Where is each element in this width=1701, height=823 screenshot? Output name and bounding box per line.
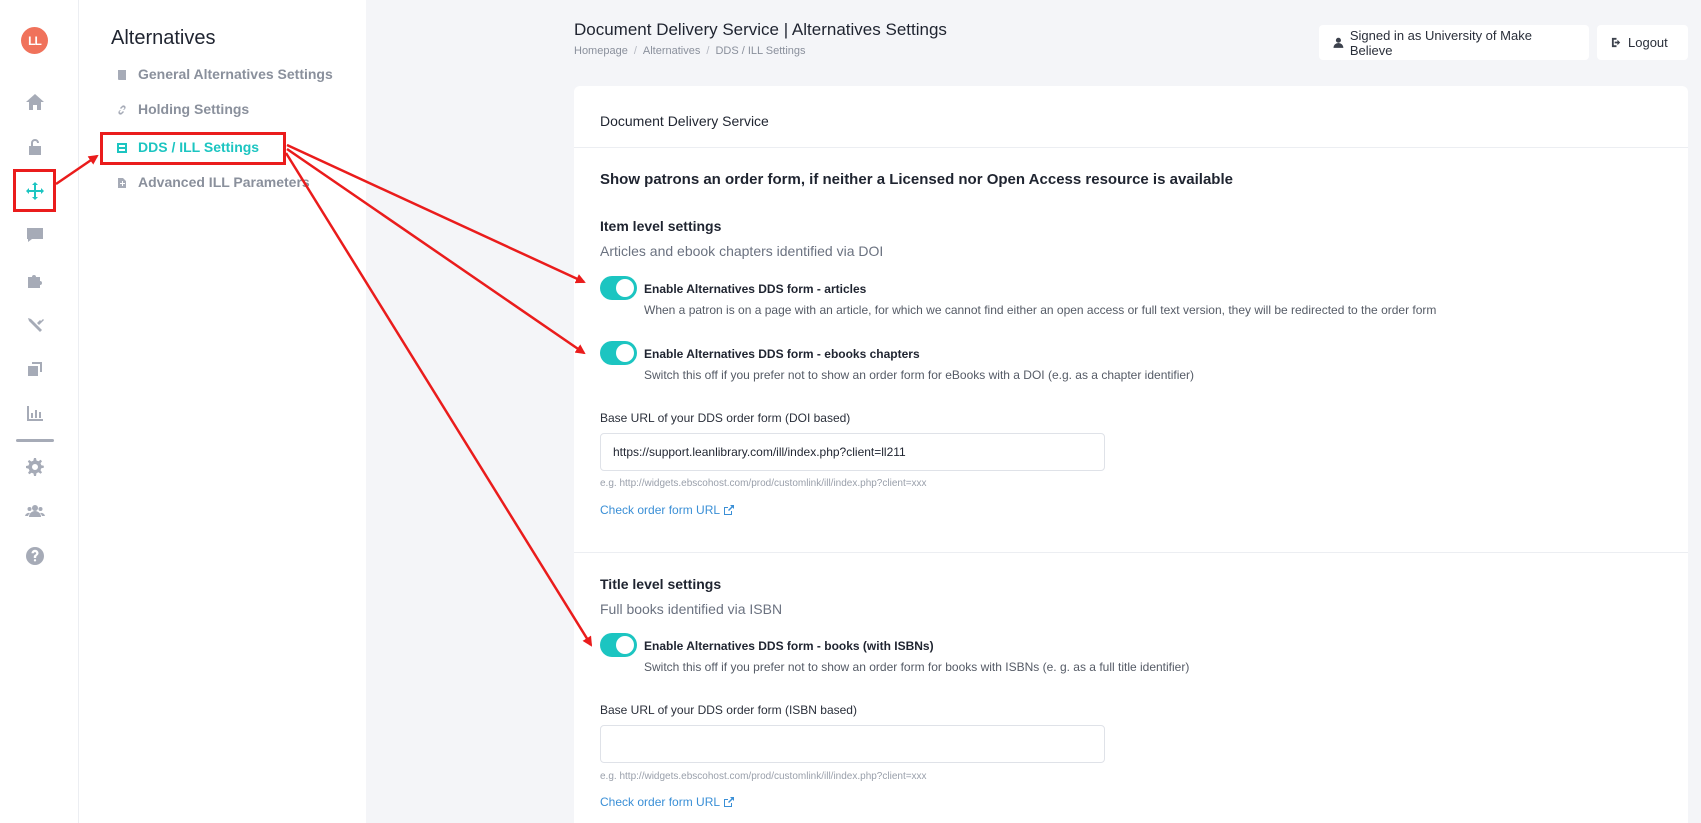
section-divider	[574, 552, 1688, 553]
toggle-dds-ebook-chapters[interactable]	[600, 341, 637, 365]
subnav-item-label: General Alternatives Settings	[138, 66, 333, 82]
home-icon[interactable]	[20, 87, 50, 117]
sign-out-icon	[1611, 37, 1621, 48]
title-level-subtitle: Full books identified via ISBN	[600, 601, 783, 617]
rail-divider	[16, 439, 54, 442]
breadcrumb-separator: /	[706, 45, 710, 57]
toggle-dds-ebook-chapters-description: Switch this off if you prefer not to sho…	[644, 368, 1195, 382]
subnav-item-advanced-ill-parameters[interactable]: Advanced ILL Parameters	[116, 171, 310, 193]
isbn-url-hint: e.g. http://widgets.ebscohost.com/prod/c…	[600, 771, 927, 782]
copy-icon[interactable]	[20, 354, 50, 384]
users-icon[interactable]	[20, 496, 50, 526]
alternatives-subnav: Alternatives General Alternatives Settin…	[79, 0, 366, 823]
settings-card: Document Delivery Service Show patrons a…	[574, 86, 1688, 823]
card-header: Document Delivery Service	[574, 86, 1688, 148]
tools-icon[interactable]	[20, 310, 50, 340]
item-level-title: Item level settings	[600, 218, 722, 234]
toggle-dds-articles-description: When a patron is on a page with an artic…	[644, 303, 1437, 317]
help-icon[interactable]	[20, 541, 50, 571]
title-level-title: Title level settings	[600, 576, 722, 592]
logout-button[interactable]: Logout	[1597, 25, 1688, 60]
file-icon	[116, 176, 128, 188]
signed-in-button[interactable]: Signed in as University of Make Believe	[1319, 25, 1589, 60]
toggle-dds-articles[interactable]	[600, 276, 637, 300]
breadcrumb-current: DDS / ILL Settings	[715, 45, 806, 57]
unlock-icon[interactable]	[20, 132, 50, 162]
annotation-highlight-box	[100, 132, 286, 165]
link-icon	[116, 103, 128, 115]
book-icon	[116, 68, 128, 80]
subnav-item-label: Holding Settings	[138, 101, 250, 117]
comment-icon[interactable]	[20, 220, 50, 250]
logout-label: Logout	[1628, 35, 1668, 50]
item-level-subtitle: Articles and ebook chapters identified v…	[600, 243, 884, 259]
subnav-title: Alternatives	[111, 27, 216, 49]
external-link-icon	[724, 505, 735, 515]
breadcrumb-separator: /	[633, 45, 637, 57]
breadcrumb-alternatives[interactable]: Alternatives	[643, 45, 700, 57]
signed-in-label: Signed in as University of Make Believe	[1349, 27, 1532, 58]
toggle-dds-articles-label: Enable Alternatives DDS form - articles	[644, 282, 867, 296]
doi-url-input[interactable]	[600, 433, 1105, 471]
check-isbn-url-link[interactable]: Check order form URL	[600, 795, 735, 809]
isbn-url-input[interactable]	[600, 725, 1105, 763]
subnav-item-general-alternatives-settings[interactable]: General Alternatives Settings	[116, 63, 333, 85]
external-link-icon	[724, 797, 735, 807]
move-arrows-icon[interactable]	[13, 169, 56, 212]
user-icon	[1333, 37, 1344, 48]
check-isbn-url-label: Check order form URL	[600, 795, 721, 809]
toggle-dds-books-isbn[interactable]	[600, 633, 637, 657]
breadcrumb: Homepage / Alternatives / DDS / ILL Sett…	[574, 45, 806, 57]
toggle-dds-books-isbn-label: Enable Alternatives DDS form - books (wi…	[644, 639, 934, 653]
chart-bar-icon[interactable]	[20, 398, 50, 428]
isbn-url-label: Base URL of your DDS order form (ISBN ba…	[600, 703, 857, 717]
section-heading: Show patrons an order form, if neither a…	[600, 171, 1233, 188]
subnav-item-label: Advanced ILL Parameters	[138, 174, 310, 190]
toggle-dds-books-isbn-description: Switch this off if you prefer not to sho…	[644, 660, 1190, 674]
doi-url-hint: e.g. http://widgets.ebscohost.com/prod/c…	[600, 478, 927, 489]
lean-library-logo[interactable]: LL	[21, 27, 48, 54]
check-doi-url-link[interactable]: Check order form URL	[600, 503, 735, 517]
subnav-item-holding-settings[interactable]: Holding Settings	[116, 98, 249, 120]
toggle-dds-ebook-chapters-label: Enable Alternatives DDS form - ebooks ch…	[644, 347, 920, 361]
doi-url-label: Base URL of your DDS order form (DOI bas…	[600, 411, 851, 425]
gear-icon[interactable]	[20, 452, 50, 482]
page-title: Document Delivery Service | Alternatives…	[574, 20, 947, 39]
icon-rail: LL	[0, 0, 79, 823]
check-doi-url-label: Check order form URL	[600, 503, 721, 517]
puzzle-icon[interactable]	[20, 265, 50, 295]
breadcrumb-homepage[interactable]: Homepage	[574, 45, 628, 57]
card-header-title: Document Delivery Service	[600, 113, 769, 129]
